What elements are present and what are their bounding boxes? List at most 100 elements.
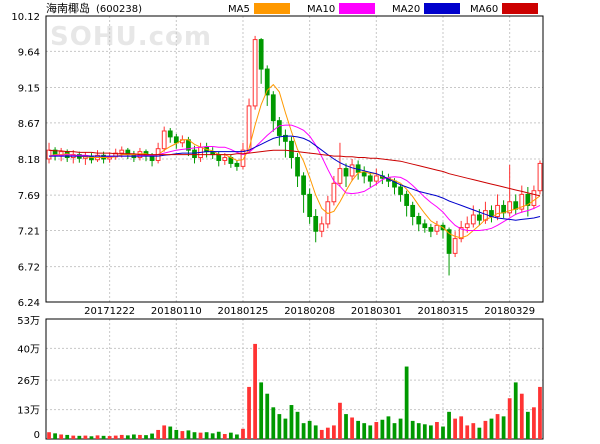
volume-bar <box>138 434 142 439</box>
volume-bar <box>435 422 439 439</box>
volume-bar <box>368 425 373 439</box>
volume-bar <box>77 435 82 439</box>
candle-body <box>476 214 482 221</box>
candle <box>307 188 313 224</box>
candle-body <box>295 157 300 177</box>
volume-tick-label: 40万 <box>17 344 40 355</box>
volume-bar <box>253 343 257 439</box>
candle-body <box>307 193 313 217</box>
candle-body <box>416 215 422 225</box>
volume-bar <box>241 428 245 439</box>
candle-body <box>216 154 222 161</box>
candle <box>179 135 185 148</box>
volume-bar <box>441 426 445 439</box>
date-axis: 20171222 20180110 20180125 20180208 20180301… <box>84 306 535 317</box>
volume-bar <box>65 434 70 439</box>
candle-body <box>434 224 440 232</box>
candle <box>210 147 216 159</box>
stock-chart-svg: SOHU.com 10.12 9.64 9.15 8.67 8.18 7.69 7.21 6.… <box>11 1 544 441</box>
candle-body <box>161 130 167 150</box>
candle-body <box>428 227 434 232</box>
volume-bar <box>362 423 367 439</box>
ma20-legend-label: MA20 <box>392 4 420 15</box>
volume-bar <box>513 382 518 439</box>
volume-bar <box>216 431 221 439</box>
volume-bar <box>150 433 154 439</box>
volume-bar <box>132 434 136 439</box>
volume-bar <box>144 435 148 439</box>
stock-title: 海南椰岛 <box>46 1 90 15</box>
candle <box>167 128 173 143</box>
ma10-legend-label: MA10 <box>307 4 335 15</box>
candle <box>489 205 494 223</box>
volume-bar <box>228 432 233 439</box>
volume-bar <box>83 435 88 439</box>
volume-bar <box>332 425 336 439</box>
volume-bar <box>71 435 76 439</box>
candle <box>313 209 319 243</box>
candle <box>76 151 82 163</box>
date-tick-label: 20180208 <box>284 306 335 317</box>
watermark: SOHU.com <box>50 22 212 52</box>
volume-bar <box>162 425 167 439</box>
volume-bar <box>156 429 161 439</box>
candle <box>513 194 519 216</box>
volume-bar <box>489 418 494 439</box>
candle <box>501 200 506 218</box>
ma5-line <box>48 83 541 239</box>
volume-bar <box>501 416 506 439</box>
volume-tick-label: 26万 <box>17 376 40 387</box>
candle-body <box>337 168 343 184</box>
candle-body <box>149 155 155 161</box>
candle-body <box>258 39 264 70</box>
volume-bar <box>186 430 191 439</box>
volume-bar <box>525 411 530 439</box>
volume-bar <box>313 425 318 439</box>
candle <box>240 142 246 170</box>
candle <box>161 126 167 152</box>
volume-bar <box>338 402 342 439</box>
candle <box>252 35 258 110</box>
volume-axis: 53万 40万 26万 13万 0 <box>17 316 40 441</box>
candle <box>258 38 264 84</box>
candle <box>276 116 282 146</box>
candle <box>404 190 410 217</box>
candle-body <box>343 168 349 177</box>
candle-body <box>404 193 410 206</box>
volume-bar <box>538 386 542 439</box>
price-tick-label: 7.69 <box>18 191 40 202</box>
volume-bar <box>453 418 457 439</box>
volume-bar <box>410 420 415 439</box>
candle-body <box>167 130 173 138</box>
candle-body <box>313 215 319 232</box>
legend: MA5 MA10 MA20 MA60 <box>228 3 538 15</box>
volume-bar <box>350 417 354 439</box>
candle <box>525 187 531 217</box>
volume-bar <box>471 423 476 439</box>
volume-bar <box>319 429 324 439</box>
volume-bar <box>325 427 330 439</box>
ma5-legend-label: MA5 <box>228 4 250 15</box>
candle <box>264 65 270 106</box>
volume-bar <box>222 434 227 439</box>
volume-bar <box>507 398 512 439</box>
candle <box>270 91 276 132</box>
volume-tick-label: 0 <box>34 430 40 440</box>
candle-body <box>331 182 337 203</box>
ma60-line <box>48 149 541 197</box>
volume-bar <box>495 414 500 439</box>
volume-bar <box>398 418 403 439</box>
candle <box>173 133 179 149</box>
candle-body <box>501 204 506 214</box>
candle <box>295 153 300 188</box>
volume-bar <box>277 414 282 439</box>
candle <box>410 201 416 226</box>
volume-bar <box>289 405 294 439</box>
candle-body <box>470 214 476 225</box>
ma60-legend-swatch <box>502 3 538 14</box>
volume-bar <box>95 435 100 439</box>
candle <box>470 205 476 228</box>
price-tick-label: 7.21 <box>18 227 40 238</box>
volume-bar <box>307 420 312 439</box>
price-tick-label: 10.12 <box>11 12 40 23</box>
